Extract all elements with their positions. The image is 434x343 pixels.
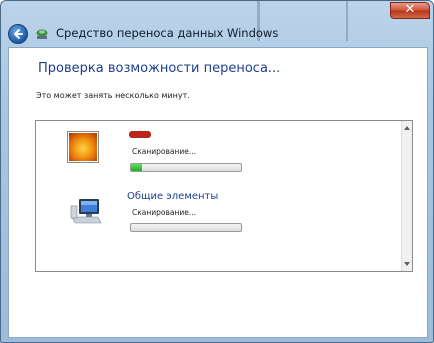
wizard-content: Проверка возможности переноса... Это мож… (8, 47, 428, 338)
vertical-scrollbar[interactable] (401, 121, 412, 271)
close-button[interactable]: ✕ (390, 2, 430, 19)
window-title: Средство переноса данных Windows (56, 26, 279, 40)
transfer-items-list[interactable]: Сканирование... Общие элементы Сканирова… (35, 120, 413, 272)
user-scan-progress-bar (130, 163, 242, 172)
user-picture-flower-icon (67, 131, 99, 163)
back-arrow-icon (14, 29, 23, 39)
computer-icon (70, 199, 102, 224)
scroll-up-arrow-icon[interactable] (404, 126, 410, 130)
page-heading: Проверка возможности переноса... (38, 61, 281, 76)
easy-transfer-app-icon (36, 29, 48, 39)
back-button[interactable] (8, 24, 28, 44)
user-name-redacted (129, 131, 151, 138)
shared-items-title: Общие элементы (127, 191, 219, 202)
shared-scan-status: Сканирование... (132, 208, 197, 217)
progress-fill (131, 164, 142, 171)
window-frame: Средство переноса данных Windows ✕ Прове… (0, 0, 434, 343)
scroll-down-arrow-icon[interactable] (404, 262, 410, 266)
shared-scan-progress-bar (130, 223, 242, 232)
close-icon: ✕ (404, 2, 416, 17)
page-subtext: Это может занять несколько минут. (36, 91, 190, 100)
title-bar: Средство переноса данных Windows (1, 1, 434, 47)
user-scan-status: Сканирование... (132, 147, 197, 156)
